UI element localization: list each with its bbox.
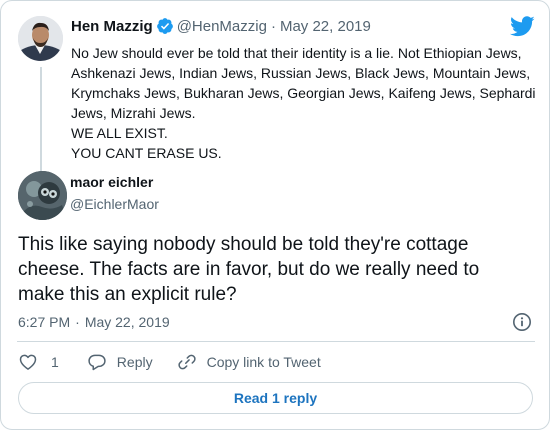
- parent-tweet-line: YOU CANT ERASE US.: [71, 145, 222, 161]
- thread-connector-line: [40, 67, 42, 171]
- read-replies-button[interactable]: Read 1 reply: [18, 382, 533, 414]
- tweet-timestamp[interactable]: 6:27 PM · May 22, 2019: [18, 312, 170, 332]
- reply-icon: [88, 354, 106, 371]
- copy-link-label: Copy link to Tweet: [206, 354, 321, 370]
- info-icon[interactable]: [512, 312, 532, 332]
- author-name[interactable]: maor eichler: [70, 174, 153, 190]
- parent-tweet-date[interactable]: May 22, 2019: [280, 18, 371, 35]
- tweet-date[interactable]: May 22, 2019: [85, 314, 170, 330]
- parent-tweet-text: No Jew should ever be told that their id…: [71, 43, 541, 163]
- tweet-actions: 1 Reply Copy link to Tweet: [18, 351, 321, 373]
- verified-badge-icon: [156, 18, 173, 34]
- tweet-author[interactable]: maor eichler @EichlerMaor: [17, 169, 477, 221]
- parent-author-handle[interactable]: @HenMazzig: [177, 18, 267, 35]
- reply-label: Reply: [116, 354, 153, 370]
- date-separator: ·: [75, 314, 80, 330]
- heart-icon: [19, 354, 37, 370]
- parent-tweet-line: WE ALL EXIST.: [71, 125, 168, 141]
- tweet-text: This like saying nobody should be told t…: [18, 234, 480, 305]
- divider: [17, 341, 535, 342]
- parent-tweet[interactable]: Hen Mazzig @HenMazzig · May 22, 2019 No …: [17, 13, 537, 171]
- like-button[interactable]: 1: [18, 352, 59, 372]
- like-count: 1: [51, 354, 59, 370]
- author-handle[interactable]: @EichlerMaor: [70, 196, 159, 212]
- link-icon: [177, 354, 196, 370]
- author-avatar[interactable]: [18, 171, 67, 220]
- tweet-embed-card: Hen Mazzig @HenMazzig · May 22, 2019 No …: [0, 0, 550, 430]
- parent-author-name[interactable]: Hen Mazzig: [71, 18, 153, 35]
- parent-tweet-header: Hen Mazzig @HenMazzig · May 22, 2019: [71, 15, 371, 37]
- parent-author-avatar[interactable]: [18, 16, 63, 61]
- twitter-logo-icon[interactable]: [510, 16, 535, 37]
- reply-button[interactable]: Reply: [87, 352, 153, 372]
- copy-link-button[interactable]: Copy link to Tweet: [177, 352, 321, 372]
- date-separator: ·: [270, 17, 276, 35]
- parent-tweet-line: No Jew should ever be told that their id…: [71, 45, 536, 121]
- tweet-time[interactable]: 6:27 PM: [18, 314, 70, 330]
